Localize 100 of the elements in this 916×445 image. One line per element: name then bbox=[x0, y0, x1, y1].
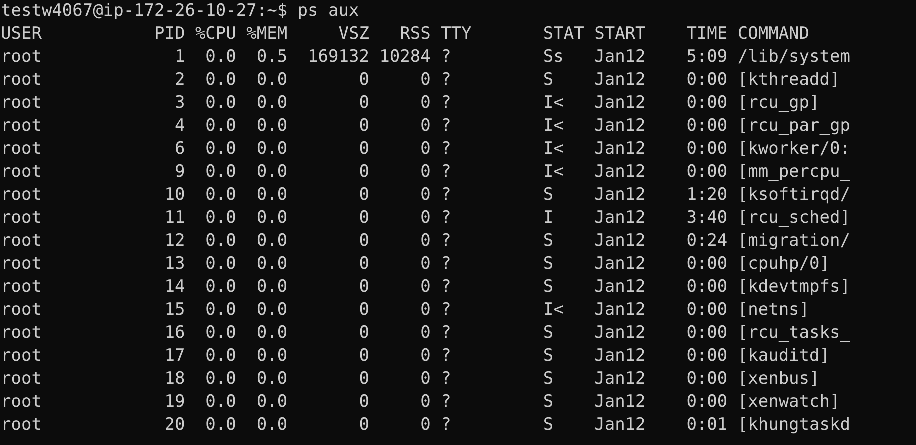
table-cell: [kthreadd] bbox=[738, 69, 840, 92]
table-cell: ? bbox=[441, 115, 452, 138]
table-cell: ? bbox=[441, 184, 452, 207]
table-cell: 0 bbox=[359, 69, 370, 92]
table-cell: root bbox=[1, 184, 42, 207]
table-cell: 11 bbox=[164, 207, 186, 230]
table-cell: root bbox=[1, 92, 42, 115]
table-cell: 0 bbox=[359, 391, 370, 414]
table-cell: 0:00 bbox=[686, 92, 728, 115]
table-cell: 0.0 bbox=[206, 368, 236, 391]
table-cell: 0 bbox=[420, 92, 431, 115]
table-cell: ? bbox=[441, 207, 452, 230]
table-cell: 0:00 bbox=[686, 368, 728, 391]
table-cell: ? bbox=[441, 230, 452, 253]
table-cell: Jan12 bbox=[594, 391, 646, 414]
table-cell: 0.0 bbox=[256, 92, 288, 115]
table-cell: root bbox=[1, 138, 42, 161]
table-cell: ? bbox=[441, 161, 452, 184]
table-cell: 13 bbox=[164, 253, 186, 276]
table-cell: 9 bbox=[174, 161, 186, 184]
table-cell: root bbox=[1, 299, 42, 322]
table-cell: root bbox=[1, 345, 42, 368]
table-cell: S bbox=[543, 230, 554, 253]
table-cell: [khungtaskd bbox=[738, 414, 850, 437]
table-cell: 0.0 bbox=[256, 368, 288, 391]
table-cell: 0:01 bbox=[686, 414, 728, 437]
column-header: PID bbox=[154, 23, 186, 46]
table-cell: root bbox=[1, 161, 42, 184]
table-cell: I< bbox=[543, 115, 564, 138]
table-cell: S bbox=[543, 253, 554, 276]
table-cell: [kauditd] bbox=[738, 345, 830, 368]
table-cell: 0:00 bbox=[686, 69, 728, 92]
table-cell: 0 bbox=[359, 230, 370, 253]
table-cell: 0.0 bbox=[256, 115, 288, 138]
table-cell: 0.0 bbox=[206, 207, 236, 230]
table-cell: Jan12 bbox=[594, 69, 646, 92]
table-cell: 20 bbox=[164, 414, 186, 437]
table-cell: 10284 bbox=[380, 46, 431, 69]
table-cell: root bbox=[1, 115, 42, 138]
table-cell: [cpuhp/0] bbox=[738, 253, 830, 276]
table-cell: 0.0 bbox=[206, 138, 236, 161]
table-cell: 0 bbox=[359, 276, 370, 299]
table-cell: S bbox=[543, 69, 554, 92]
table-cell: 0.0 bbox=[256, 207, 288, 230]
table-cell: 4 bbox=[174, 115, 186, 138]
column-header: STAT bbox=[543, 23, 584, 46]
table-cell: 0.0 bbox=[256, 138, 288, 161]
table-cell: 0.0 bbox=[206, 230, 236, 253]
table-cell: ? bbox=[441, 46, 452, 69]
table-cell: root bbox=[1, 276, 42, 299]
column-header: USER bbox=[1, 23, 42, 46]
table-cell: 0.0 bbox=[206, 92, 236, 115]
table-cell: ? bbox=[441, 414, 452, 437]
table-cell: 0.0 bbox=[256, 161, 288, 184]
table-cell: 0 bbox=[359, 207, 370, 230]
table-cell: I< bbox=[543, 138, 564, 161]
table-cell: 0 bbox=[359, 345, 370, 368]
table-cell: S bbox=[543, 345, 554, 368]
table-cell: 1:20 bbox=[686, 184, 728, 207]
table-cell: 1 bbox=[174, 46, 186, 69]
table-cell: 0.0 bbox=[206, 46, 236, 69]
table-cell: 0 bbox=[359, 299, 370, 322]
table-cell: I< bbox=[543, 161, 564, 184]
table-cell: 0.0 bbox=[206, 69, 236, 92]
table-cell: 0.0 bbox=[206, 391, 236, 414]
table-cell: 0 bbox=[420, 299, 431, 322]
table-cell: Jan12 bbox=[594, 115, 646, 138]
table-cell: 0 bbox=[359, 368, 370, 391]
table-cell: Jan12 bbox=[594, 345, 646, 368]
table-cell: 0:00 bbox=[686, 161, 728, 184]
table-cell: 0 bbox=[420, 161, 431, 184]
table-cell: 0.0 bbox=[256, 391, 288, 414]
table-cell: 18 bbox=[164, 368, 186, 391]
table-cell: Jan12 bbox=[594, 46, 646, 69]
table-cell: Jan12 bbox=[594, 368, 646, 391]
table-cell: Jan12 bbox=[594, 207, 646, 230]
table-cell: 0.0 bbox=[256, 253, 288, 276]
table-cell: 0.5 bbox=[256, 46, 288, 69]
table-cell: 0.0 bbox=[206, 253, 236, 276]
table-cell: root bbox=[1, 230, 42, 253]
table-cell: ? bbox=[441, 299, 452, 322]
table-cell: Jan12 bbox=[594, 414, 646, 437]
table-cell: [rcu_tasks_ bbox=[738, 322, 850, 345]
table-cell: ? bbox=[441, 276, 452, 299]
table-cell: /lib/system bbox=[738, 46, 850, 69]
table-cell: 0 bbox=[359, 92, 370, 115]
table-cell: [ksoftirqd/ bbox=[738, 184, 850, 207]
table-cell: I< bbox=[543, 299, 564, 322]
table-cell: S bbox=[543, 184, 554, 207]
table-cell: Jan12 bbox=[594, 299, 646, 322]
table-cell: 0:00 bbox=[686, 276, 728, 299]
table-cell: 0.0 bbox=[206, 276, 236, 299]
table-cell: Jan12 bbox=[594, 161, 646, 184]
table-cell: 0 bbox=[420, 253, 431, 276]
table-cell: 0 bbox=[359, 322, 370, 345]
table-cell: 14 bbox=[164, 276, 186, 299]
table-cell: 0 bbox=[420, 322, 431, 345]
table-cell: [migration/ bbox=[738, 230, 850, 253]
table-cell: [rcu_par_gp bbox=[738, 115, 850, 138]
table-cell: Jan12 bbox=[594, 184, 646, 207]
